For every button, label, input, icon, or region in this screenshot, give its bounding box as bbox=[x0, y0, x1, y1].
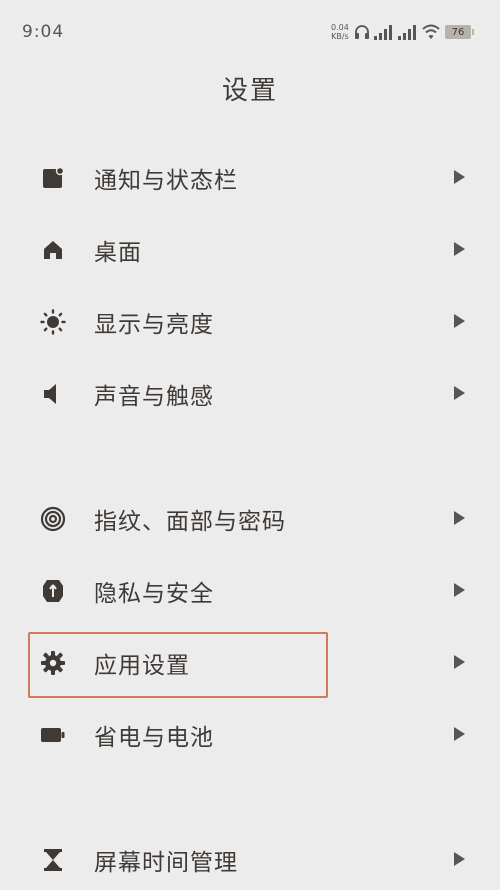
shield-icon bbox=[38, 576, 68, 606]
hourglass-icon bbox=[38, 845, 68, 875]
settings-item-display[interactable]: 显示与亮度 bbox=[28, 292, 473, 352]
status-time: 9:04 bbox=[22, 22, 65, 42]
wifi-icon bbox=[422, 24, 440, 39]
chevron-right-icon bbox=[454, 583, 465, 597]
chevron-right-icon bbox=[454, 655, 465, 669]
settings-item-label: 省电与电池 bbox=[94, 725, 214, 751]
page-title: 设置 bbox=[221, 76, 278, 106]
signal-icon bbox=[398, 25, 416, 40]
home-icon bbox=[38, 235, 68, 265]
settings-item-label: 隐私与安全 bbox=[94, 581, 214, 607]
chevron-right-icon bbox=[454, 511, 465, 525]
settings-item-label: 指纹、面部与密码 bbox=[94, 509, 286, 535]
battery-icon bbox=[38, 720, 68, 750]
settings-item-label: 声音与触感 bbox=[94, 384, 214, 410]
gear-icon bbox=[38, 648, 68, 678]
chevron-right-icon bbox=[454, 386, 465, 400]
settings-item-label: 通知与状态栏 bbox=[94, 168, 238, 194]
settings-item-fingerprint[interactable]: 指纹、面部与密码 bbox=[28, 489, 473, 549]
chevron-right-icon bbox=[454, 170, 465, 184]
chevron-right-icon bbox=[454, 314, 465, 328]
chevron-right-icon bbox=[454, 242, 465, 256]
settings-item-label: 显示与亮度 bbox=[94, 312, 214, 338]
settings-item-label: 应用设置 bbox=[94, 653, 190, 679]
brightness-icon bbox=[38, 307, 68, 337]
settings-item-label: 屏幕时间管理 bbox=[94, 850, 238, 876]
signal-icon bbox=[374, 25, 392, 40]
settings-item-label: 桌面 bbox=[94, 240, 142, 266]
headphones-icon bbox=[355, 25, 369, 39]
settings-item-screen-time[interactable]: 屏幕时间管理 bbox=[28, 830, 473, 890]
status-bar: 9:04 0.04 KB/s 76 bbox=[0, 0, 500, 60]
network-speed-value: 0.04 bbox=[331, 23, 349, 32]
chevron-right-icon bbox=[454, 852, 465, 866]
settings-item-battery[interactable]: 省电与电池 bbox=[28, 705, 473, 765]
network-speed-unit: KB/s bbox=[331, 32, 349, 41]
settings-item-apps[interactable]: 应用设置 bbox=[28, 633, 473, 693]
speaker-icon bbox=[38, 379, 68, 409]
fingerprint-icon bbox=[38, 504, 68, 534]
settings-item-desktop[interactable]: 桌面 bbox=[28, 220, 473, 280]
battery-indicator: 76 bbox=[445, 25, 474, 39]
status-icons bbox=[354, 24, 440, 40]
settings-item-privacy[interactable]: 隐私与安全 bbox=[28, 561, 473, 621]
settings-item-notifications[interactable]: 通知与状态栏 bbox=[28, 148, 473, 208]
settings-item-sound[interactable]: 声音与触感 bbox=[28, 364, 473, 424]
network-speed: 0.04 KB/s bbox=[331, 23, 349, 41]
chevron-right-icon bbox=[454, 727, 465, 741]
notification-icon bbox=[38, 163, 68, 193]
